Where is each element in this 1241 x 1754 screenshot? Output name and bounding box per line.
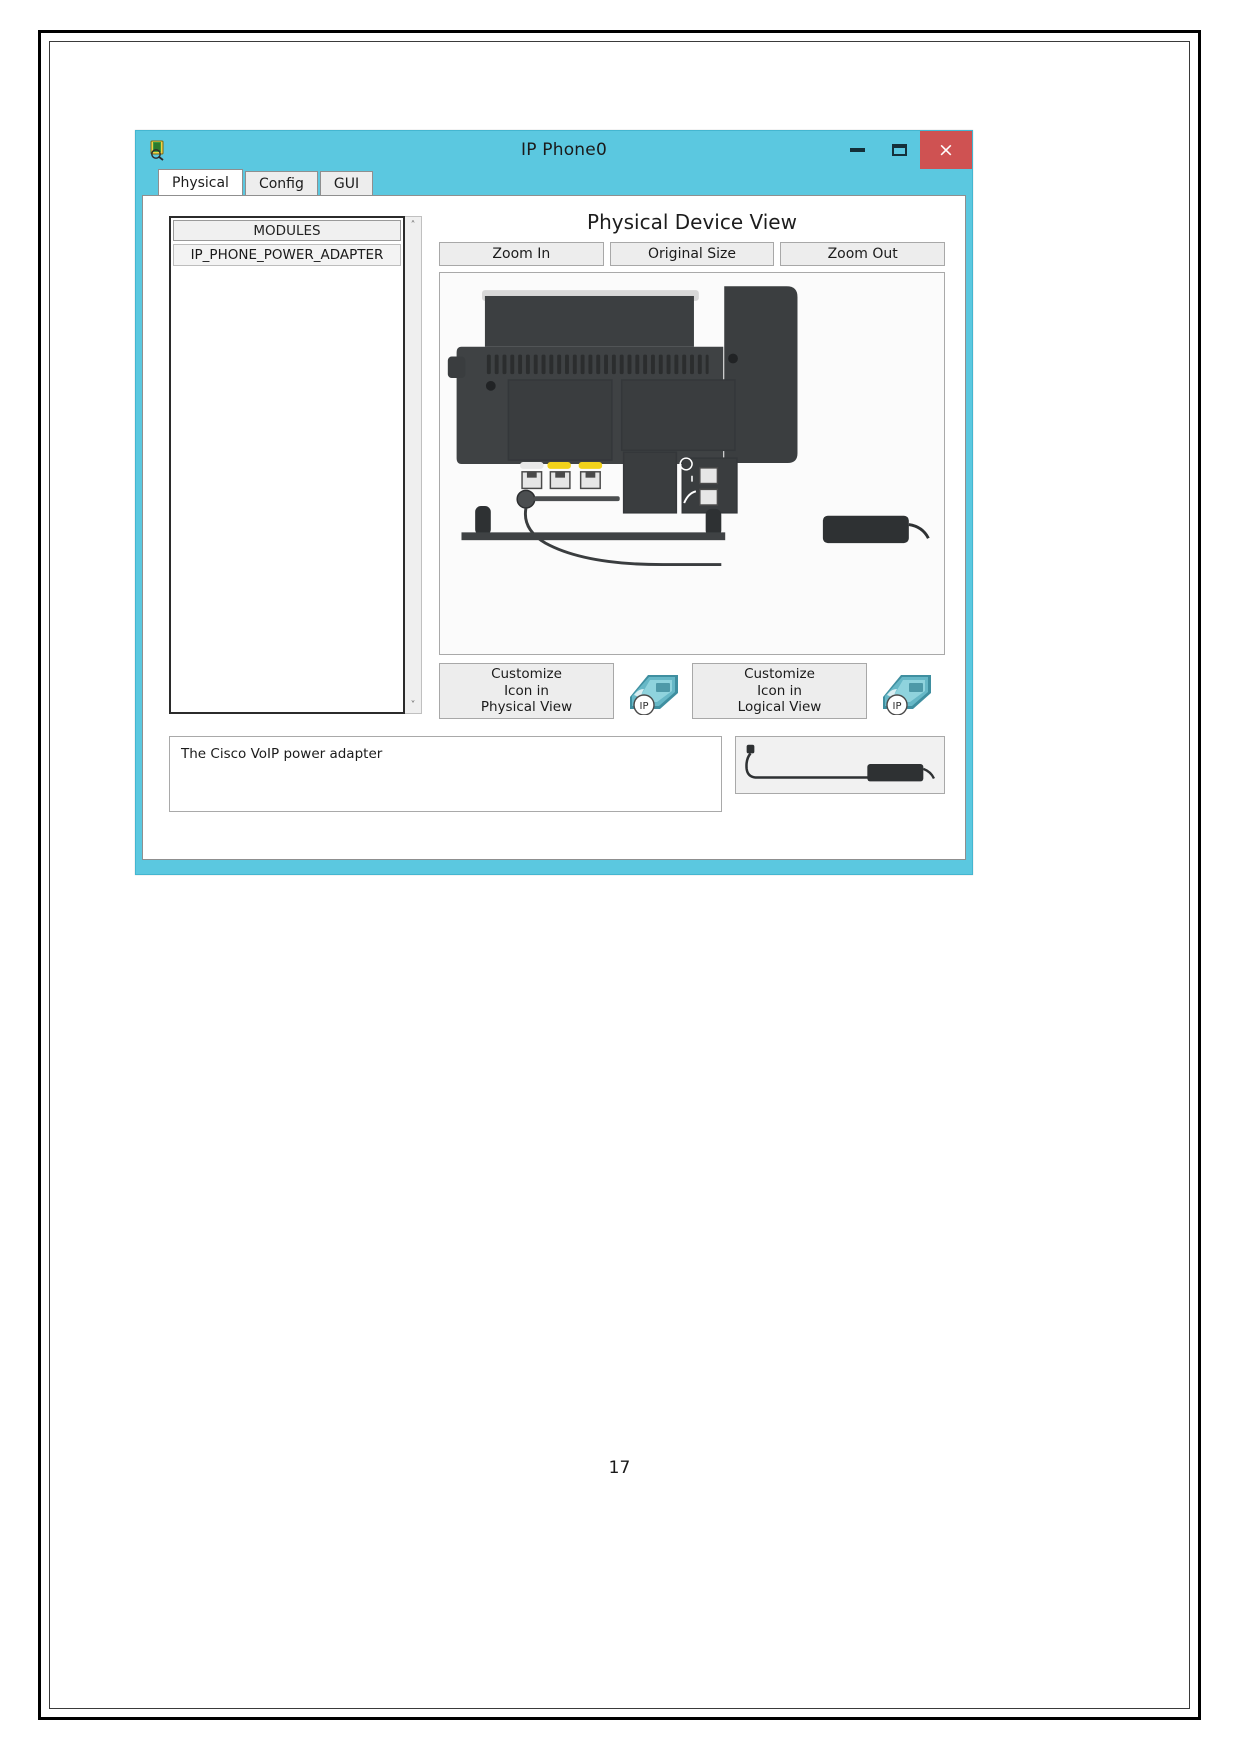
minimize-icon	[849, 148, 865, 152]
module-item-ip-phone-power-adapter[interactable]: IP_PHONE_POWER_ADAPTER	[173, 244, 401, 266]
ip-phone-window: IP Phone0 × Physical Config GUI MODULES …	[135, 130, 973, 875]
close-icon: ×	[938, 138, 954, 161]
modules-header: MODULES	[173, 220, 401, 241]
module-description-box: The Cisco VoIP power adapter	[169, 736, 723, 812]
cisco-ip-phone-rear-view-image	[440, 276, 944, 651]
tab-physical-label: Physical	[172, 174, 229, 191]
zoom-in-button[interactable]: Zoom In	[439, 242, 604, 266]
tab-physical[interactable]: Physical	[158, 169, 243, 195]
device-image-canvas[interactable]	[439, 272, 945, 655]
customize-icon-physical-view-button[interactable]: Customize Icon in Physical View	[439, 663, 614, 719]
original-size-button[interactable]: Original Size	[609, 242, 775, 266]
scroll-down-icon[interactable]: ˅	[405, 697, 421, 713]
modules-list[interactable]: MODULES IP_PHONE_POWER_ADAPTER	[169, 216, 405, 714]
customize-physical-line1: Customize	[491, 665, 562, 682]
window-titlebar: IP Phone0 ×	[136, 131, 972, 169]
zoom-out-button[interactable]: Zoom Out	[780, 242, 946, 266]
customize-logical-line3: Logical View	[737, 699, 822, 716]
customize-logical-line2: Icon in	[757, 682, 802, 699]
modules-scrollbar[interactable]: ˄ ˅	[405, 216, 422, 714]
scroll-up-icon[interactable]: ˄	[405, 217, 421, 233]
module-preview-box[interactable]	[735, 736, 945, 794]
page-number: 17	[608, 1458, 631, 1478]
tab-config[interactable]: Config	[244, 171, 318, 195]
modules-panel: MODULES IP_PHONE_POWER_ADAPTER ˄ ˅	[169, 216, 422, 714]
module-description-text: The Cisco VoIP power adapter	[181, 746, 383, 762]
power-adapter-preview-image	[737, 737, 944, 793]
tab-strip: Physical Config GUI	[142, 169, 966, 195]
zoom-button-row: Zoom In Original Size Zoom Out	[439, 242, 946, 266]
customize-icon-row: Customize Icon in Physical View IP Custo…	[439, 663, 945, 719]
module-item-label: IP_PHONE_POWER_ADAPTER	[190, 247, 384, 263]
physical-device-view-title: Physical Device View	[587, 210, 797, 234]
customize-icon-logical-view-button[interactable]: Customize Icon in Logical View	[692, 663, 867, 719]
maximize-button[interactable]	[878, 131, 920, 169]
customize-physical-line2: Icon in	[504, 682, 549, 699]
tab-gui[interactable]: GUI	[319, 171, 374, 195]
description-row: The Cisco VoIP power adapter	[169, 736, 945, 812]
customize-logical-line1: Customize	[744, 665, 815, 682]
packet-tracer-device-icon	[148, 139, 170, 161]
device-view-panel: Physical Device View Zoom In Original Si…	[439, 210, 946, 719]
tab-config-label: Config	[258, 175, 304, 192]
svg-text:IP: IP	[640, 701, 649, 712]
close-button[interactable]: ×	[920, 131, 972, 169]
minimize-button[interactable]	[836, 131, 878, 169]
tab-gui-label: GUI	[333, 175, 360, 192]
maximize-icon	[891, 144, 907, 156]
ip-phone-icon-logical: IP	[867, 663, 945, 719]
customize-physical-line3: Physical View	[480, 699, 573, 716]
ip-phone-icon-physical: IP	[614, 663, 692, 719]
physical-tab-content: MODULES IP_PHONE_POWER_ADAPTER ˄ ˅ Physi…	[142, 195, 966, 860]
window-controls: ×	[836, 131, 972, 169]
svg-text:IP: IP	[893, 701, 902, 712]
